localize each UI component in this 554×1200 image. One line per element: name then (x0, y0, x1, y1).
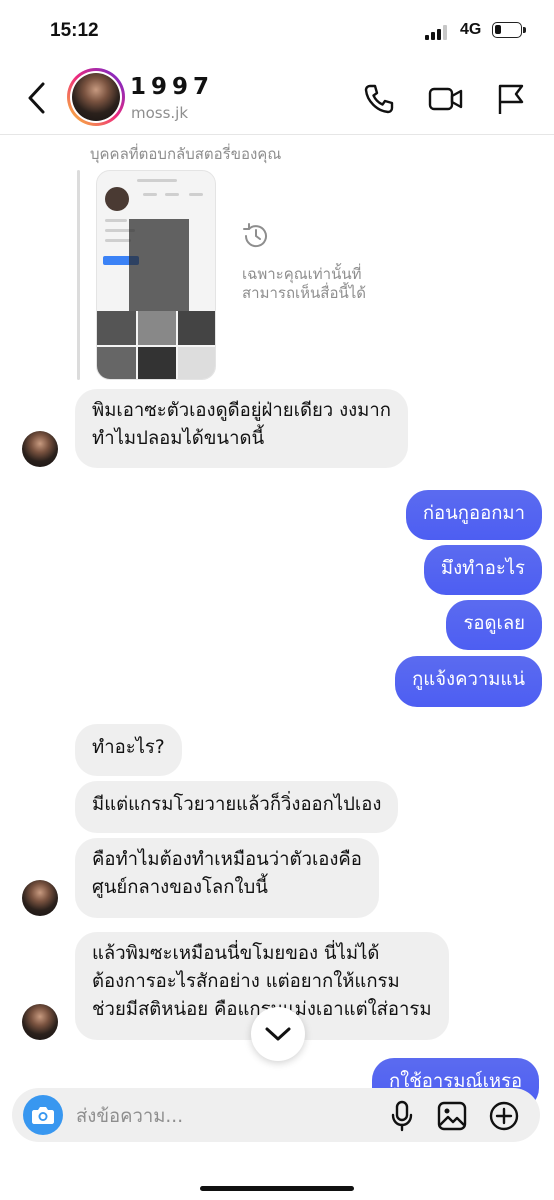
gallery-icon[interactable] (436, 1100, 468, 1132)
message-text: ต้องการอะไรสักอย่าง แต่อยากให้แกรม (92, 971, 400, 992)
history-icon (243, 223, 267, 248)
sender-avatar[interactable] (22, 880, 58, 916)
signal-icon (425, 25, 447, 40)
message-bubble-incoming[interactable]: พิมเอาซะตัวเองดูดีอยู่ฝ่ายเดียว งงมาก ทำ… (75, 389, 408, 468)
message-bubble-incoming[interactable]: คือทำไมต้องทำเหมือนว่าตัวเองคือ ศูนย์กลา… (75, 838, 379, 918)
message-text: ก่อนกูออกมา (422, 503, 525, 524)
message-bubble-outgoing[interactable]: ก่อนกูออกมา (405, 490, 542, 540)
camera-button[interactable] (23, 1095, 63, 1135)
phone-icon[interactable] (362, 82, 396, 116)
status-time: 15:12 (50, 20, 99, 41)
message-text: มีแต่แกรมโวยวายแล้วก็วิ่งออกไปเอง (92, 794, 382, 815)
message-text: พิมเอาซะตัวเองดูดีอยู่ฝ่ายเดียว งงมาก (92, 400, 391, 421)
scroll-to-bottom-button[interactable] (251, 1007, 305, 1061)
message-text: รอดูเลย (463, 613, 525, 634)
battery-icon (492, 22, 526, 38)
message-bubble-incoming[interactable]: ทำอะไร? (75, 724, 182, 776)
message-text: กูแจ้งความแน่ (412, 669, 525, 690)
camera-icon (32, 1107, 54, 1124)
message-bubble-incoming[interactable]: มีแต่แกรมโวยวายแล้วก็วิ่งออกไปเอง (75, 781, 399, 833)
message-bubble-outgoing[interactable]: มึงทำอะไร (423, 545, 542, 595)
sender-avatar[interactable] (22, 1004, 58, 1040)
story-expired-text: เฉพาะคุณเท่านั้นที่สามารถเห็นสื่อนี้ได้ (242, 265, 366, 302)
flag-icon[interactable] (496, 82, 526, 116)
chat-header: 1997 moss.jk (0, 62, 554, 135)
add-icon[interactable] (488, 1100, 520, 1132)
message-text: มึงทำอะไร (440, 558, 525, 579)
message-text: แล้วพิมซะเหมือนนี่ขโมยของ นี่ไม่ได้ (92, 943, 380, 964)
message-composer: ส่งข้อความ... (12, 1088, 540, 1142)
message-input[interactable]: ส่งข้อความ... (76, 1102, 183, 1131)
profile-avatar[interactable] (67, 68, 125, 126)
story-thumbnail[interactable] (96, 170, 216, 380)
chevron-down-icon (265, 1027, 291, 1041)
back-arrow-icon[interactable] (22, 80, 52, 116)
message-text: คือทำไมต้องทำเหมือนว่าตัวเองคือ (92, 849, 362, 870)
story-reply-label: บุคคลที่ตอบกลับสตอรี่ของคุณ (90, 145, 282, 163)
story-reply-bar (77, 170, 80, 380)
network-type: 4G (460, 21, 482, 38)
message-text: ศูนย์กลางของโลกใบนี้ (92, 877, 268, 898)
sender-avatar[interactable] (22, 431, 58, 467)
video-call-icon[interactable] (428, 82, 464, 116)
message-text: ทำไมปลอมได้ขนาดนี้ (92, 428, 265, 449)
microphone-icon[interactable] (390, 1100, 414, 1132)
message-text: ทำอะไร? (92, 737, 165, 758)
message-bubble-outgoing[interactable]: รอดูเลย (446, 600, 542, 650)
home-indicator (200, 1186, 354, 1191)
contact-username[interactable]: moss.jk (131, 104, 188, 122)
message-bubble-outgoing[interactable]: กูแจ้งความแน่ (395, 656, 542, 707)
contact-display-name[interactable]: 1997 (130, 74, 214, 100)
status-bar: 15:12 4G (0, 0, 554, 62)
